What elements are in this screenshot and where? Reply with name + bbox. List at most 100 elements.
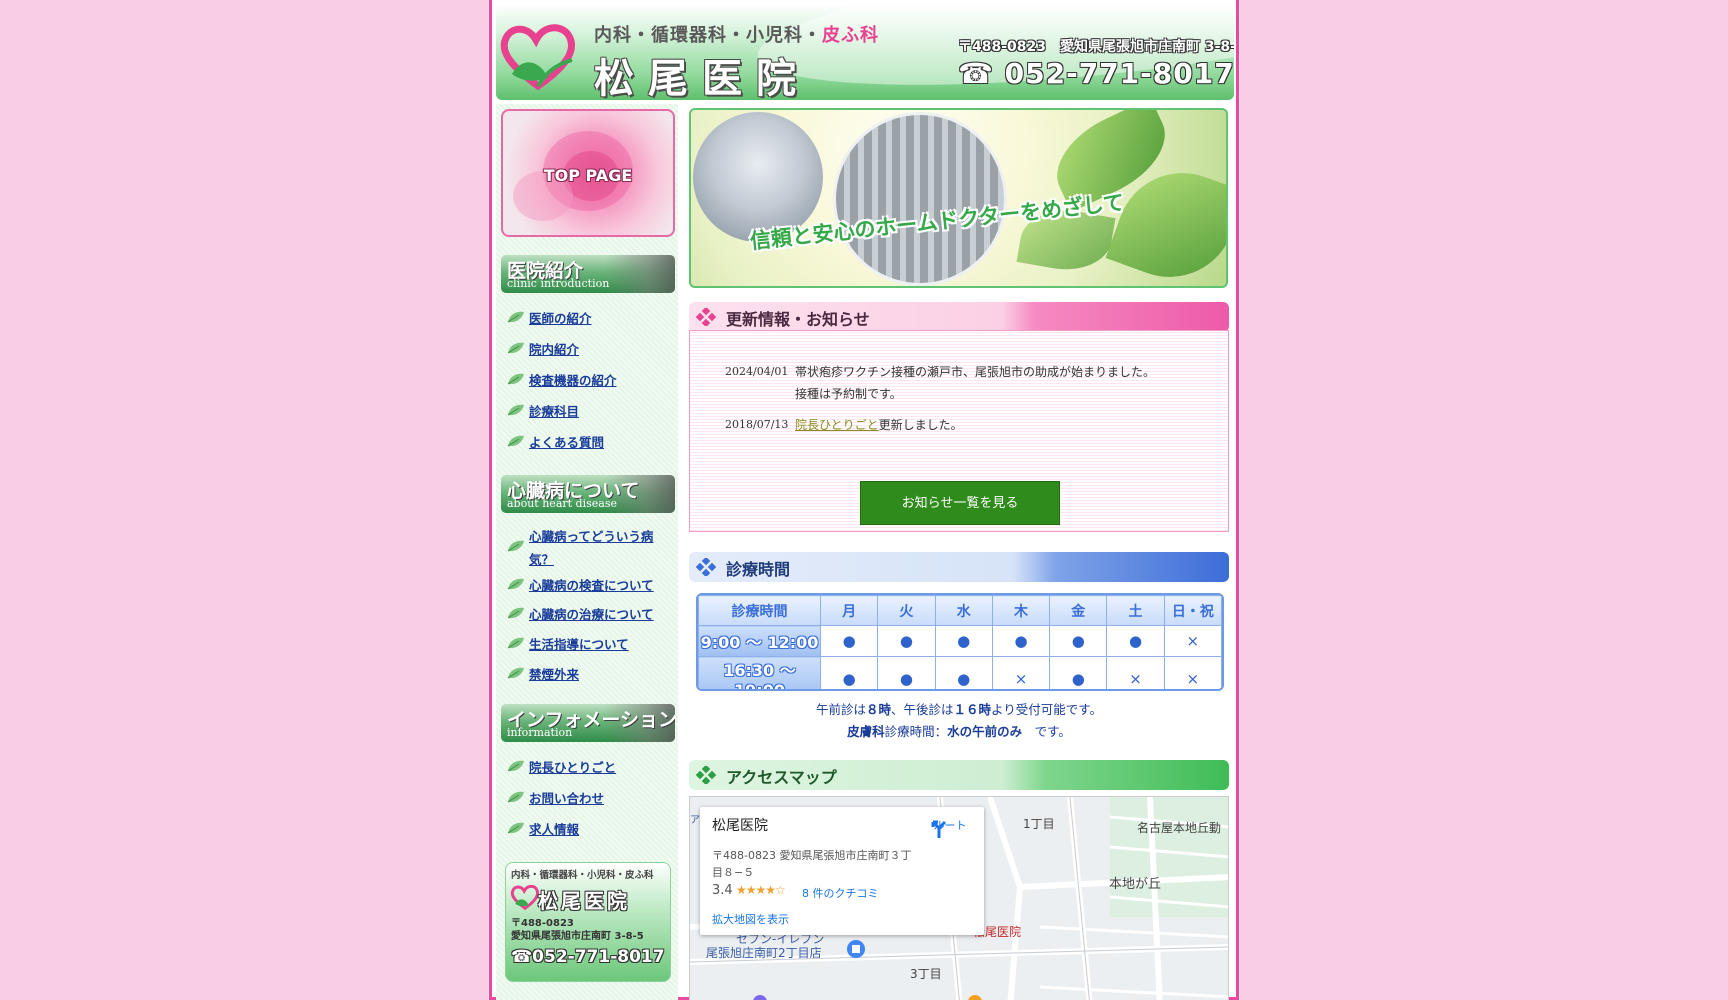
news-body: 帯状疱疹ワクチン接種の瀬戸市、尾張旭市の助成が始まりました。 接種は予約制です。 bbox=[795, 361, 1195, 405]
nav-smoking[interactable]: 禁煙外来 bbox=[501, 663, 579, 686]
leaf-bullet-icon bbox=[507, 791, 524, 803]
enlarge-map-link[interactable]: 拡大地図を表示 bbox=[712, 911, 789, 927]
hero-banner: 信頼と安心のホームドクターをめざして bbox=[689, 108, 1228, 288]
heart-logo-icon[interactable] bbox=[498, 20, 578, 92]
nav-link[interactable]: 禁煙外来 bbox=[529, 663, 579, 686]
column-header: 土 bbox=[1106, 595, 1165, 626]
map-info-card: 松尾医院 〒488-0823 愛知県尾張旭市庄南町３丁目８−５ 3.4 ★★★★… bbox=[700, 807, 984, 935]
nav-contact[interactable]: お問い合わせ bbox=[501, 787, 604, 810]
leaf-bullet-icon bbox=[507, 760, 524, 772]
note-text: 午前診は bbox=[815, 702, 866, 717]
column-header: 日・祝 bbox=[1163, 595, 1222, 626]
news-list-button[interactable]: お知らせ一覧を見る bbox=[860, 481, 1060, 525]
time-slot: 9:00 〜 12:00 bbox=[698, 625, 821, 657]
hours-table: 診療時間 月 火 水 木 金 土 日・祝 9:00 〜 12:00 ● ● ● … bbox=[696, 593, 1224, 691]
schedule-cell: ● bbox=[877, 656, 936, 689]
news-link-director-blog[interactable]: 院長ひとりごと bbox=[795, 418, 879, 432]
note-emphasis: １６時 bbox=[953, 702, 992, 717]
nav-link[interactable]: 診療科目 bbox=[529, 400, 579, 423]
nav-heart-exam[interactable]: 心臓病の検査について bbox=[501, 574, 654, 597]
news-box: 2024/04/01 帯状疱疹ワクチン接種の瀬戸市、尾張旭市の助成が始まりました… bbox=[689, 330, 1229, 532]
note-text: です。 bbox=[1022, 724, 1071, 739]
column-header: 水 bbox=[934, 595, 993, 626]
leaf-bullet-icon bbox=[507, 667, 524, 679]
map-label: 尾張旭庄南町2丁目店 bbox=[706, 946, 822, 960]
site-header: 内科・循環器科・小児科・皮ふ科 松尾医院 〒488-0823 愛知県尾張旭市庄南… bbox=[496, 4, 1234, 100]
hero-photo-building bbox=[833, 112, 1007, 286]
heart-logo-icon bbox=[510, 884, 540, 911]
nav-lifestyle[interactable]: 生活指導について bbox=[501, 633, 629, 656]
leaf-bullet-icon bbox=[507, 404, 524, 416]
section-header-information: インフォメーション information bbox=[501, 704, 675, 742]
nav-heart-what[interactable]: 心臓病ってどういう病気？ bbox=[501, 525, 661, 571]
nav-heart-treatment[interactable]: 心臓病の治療について bbox=[501, 603, 654, 626]
nav-link[interactable]: よくある質問 bbox=[529, 431, 604, 454]
nav-link[interactable]: 心臓病の治療について bbox=[529, 603, 654, 626]
note-emphasis: 皮膚科 bbox=[847, 724, 885, 739]
nav-link[interactable]: 心臓病ってどういう病気？ bbox=[529, 525, 661, 571]
map-label: 1丁目 bbox=[1023, 817, 1055, 831]
nav-faq[interactable]: よくある質問 bbox=[501, 431, 604, 454]
column-header: 診療時間 bbox=[698, 595, 821, 626]
top-page-banner[interactable]: TOP PAGE bbox=[501, 109, 675, 237]
directions-icon bbox=[931, 820, 947, 838]
note-text: 診療時間： bbox=[884, 724, 948, 739]
reviews-link[interactable]: 8 件のクチコミ bbox=[802, 885, 879, 901]
schedule-cell: × bbox=[991, 656, 1051, 689]
google-map[interactable]: 1丁目 名古屋本地丘動 本地が丘 セブン-イレブン 尾張旭庄南町2丁目店 3丁目… bbox=[689, 796, 1229, 1000]
place-title: 松尾医院 bbox=[712, 818, 768, 834]
news-text: 帯状疱疹ワクチン接種の瀬戸市、尾張旭市の助成が始まりました。 bbox=[795, 365, 1156, 379]
page-frame: 内科・循環器科・小児科・皮ふ科 松尾医院 〒488-0823 愛知県尾張旭市庄南… bbox=[489, 0, 1239, 1000]
note-emphasis: ８時 bbox=[865, 702, 891, 717]
nav-link[interactable]: 院内紹介 bbox=[529, 338, 579, 361]
note-emphasis: 水の午前のみ bbox=[947, 724, 1023, 739]
nav-interior[interactable]: 院内紹介 bbox=[501, 338, 579, 361]
specialties-title: 内科・循環器科・小児科・皮ふ科 bbox=[594, 21, 879, 47]
nav-equipment[interactable]: 検査機器の紹介 bbox=[501, 369, 617, 392]
place-rating: 3.4 bbox=[712, 883, 733, 898]
nav-departments[interactable]: 診療科目 bbox=[501, 400, 579, 423]
section-title: 診療時間 bbox=[726, 560, 791, 579]
hours-section-header: 診療時間 bbox=[689, 552, 1229, 582]
top-page-label: TOP PAGE bbox=[543, 166, 633, 185]
nav-jobs[interactable]: 求人情報 bbox=[501, 818, 579, 841]
news-body: 院長ひとりごと更新しました。 bbox=[795, 414, 1195, 436]
section-header-photo bbox=[605, 255, 675, 293]
news-date: 2018/07/13 bbox=[725, 418, 789, 431]
section-subtitle: clinic introduction bbox=[507, 277, 610, 290]
map-label: 名古屋本地丘動 bbox=[1137, 821, 1222, 835]
column-header: 木 bbox=[991, 595, 1051, 626]
nav-doctor[interactable]: 医師の紹介 bbox=[501, 307, 592, 330]
schedule-cell: ● bbox=[819, 656, 879, 689]
column-header: 月 bbox=[819, 595, 879, 626]
nav-link[interactable]: 医師の紹介 bbox=[529, 307, 592, 330]
nav-link[interactable]: 生活指導について bbox=[529, 633, 629, 656]
leaf-bullet-icon bbox=[507, 373, 524, 385]
table-row: 9:00 〜 12:00 ● ● ● ● ● ● × bbox=[698, 625, 1222, 657]
diamond-cluster-icon bbox=[696, 308, 716, 326]
column-header: 金 bbox=[1049, 595, 1108, 626]
leaf-bullet-icon bbox=[507, 578, 524, 590]
nav-director-blog[interactable]: 院長ひとりごと bbox=[501, 756, 616, 779]
schedule-cell: ● bbox=[1049, 656, 1108, 689]
route-button[interactable]: ルート bbox=[928, 817, 972, 838]
table-header-row: 診療時間 月 火 水 木 金 土 日・祝 bbox=[698, 595, 1222, 626]
diamond-cluster-icon bbox=[696, 766, 716, 784]
nav-link[interactable]: 求人情報 bbox=[529, 818, 579, 841]
schedule-cell: × bbox=[1106, 656, 1165, 689]
nav-link[interactable]: 検査機器の紹介 bbox=[529, 369, 617, 392]
nav-link[interactable]: 心臓病の検査について bbox=[529, 574, 654, 597]
nav-link[interactable]: お問い合わせ bbox=[529, 787, 604, 810]
clinic-info-card: 内科・循環器科・小児科・皮ふ科 松尾医院 〒488-0823 愛知県尾張旭市庄南町… bbox=[505, 862, 671, 982]
map-section-header: アクセスマップ bbox=[689, 760, 1229, 790]
column-header: 火 bbox=[877, 595, 936, 626]
clinic-name[interactable]: 松尾医院 bbox=[594, 46, 810, 100]
specialties-main: 内科・循環器科・小児科・ bbox=[594, 25, 822, 46]
hours-note-reception: 午前診は８時、午後診は１６時より受付可能です。 bbox=[689, 699, 1229, 718]
card-specialties: 内科・循環器科・小児科・皮ふ科 bbox=[511, 870, 654, 881]
section-subtitle: information bbox=[507, 726, 573, 739]
nav-link[interactable]: 院長ひとりごと bbox=[529, 756, 616, 779]
time-slot: 16:30 〜 19:00 bbox=[698, 656, 821, 689]
note-text: より受付可能です。 bbox=[991, 702, 1103, 717]
card-address-line: 愛知県尾張旭市庄南町 3-8-5 bbox=[511, 931, 644, 942]
